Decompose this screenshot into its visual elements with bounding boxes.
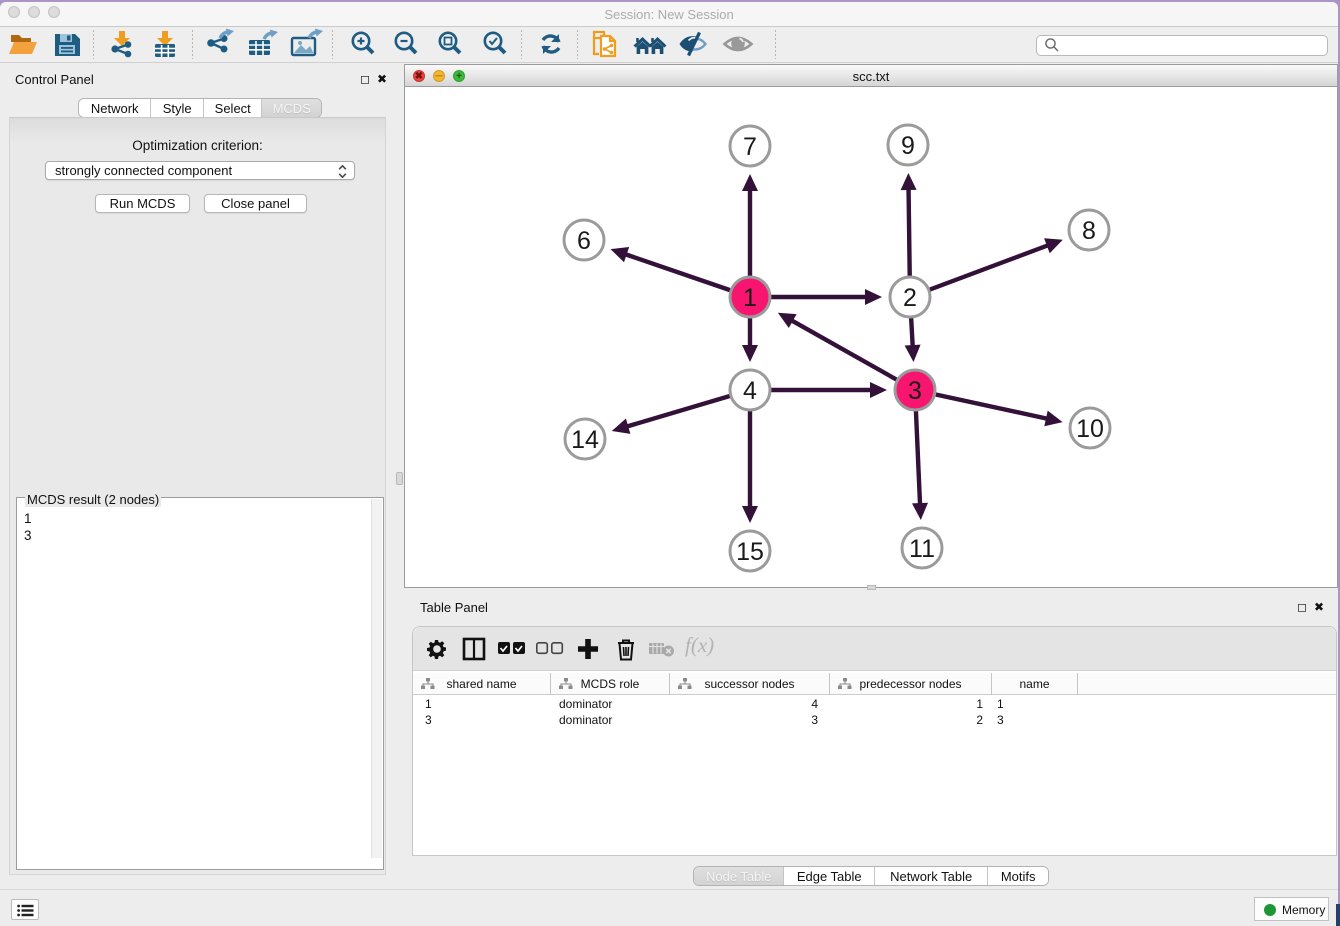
svg-text:10: 10 — [1076, 415, 1104, 443]
svg-text:2: 2 — [903, 284, 917, 312]
svg-text:15: 15 — [736, 538, 764, 566]
svg-text:8: 8 — [1082, 217, 1096, 245]
svg-text:9: 9 — [901, 132, 915, 160]
svg-text:6: 6 — [577, 227, 591, 255]
svg-text:11: 11 — [909, 535, 935, 563]
svg-text:3: 3 — [908, 377, 922, 405]
svg-text:1: 1 — [743, 284, 757, 312]
svg-text:7: 7 — [743, 133, 757, 161]
svg-text:4: 4 — [743, 377, 757, 405]
svg-text:14: 14 — [571, 426, 599, 454]
